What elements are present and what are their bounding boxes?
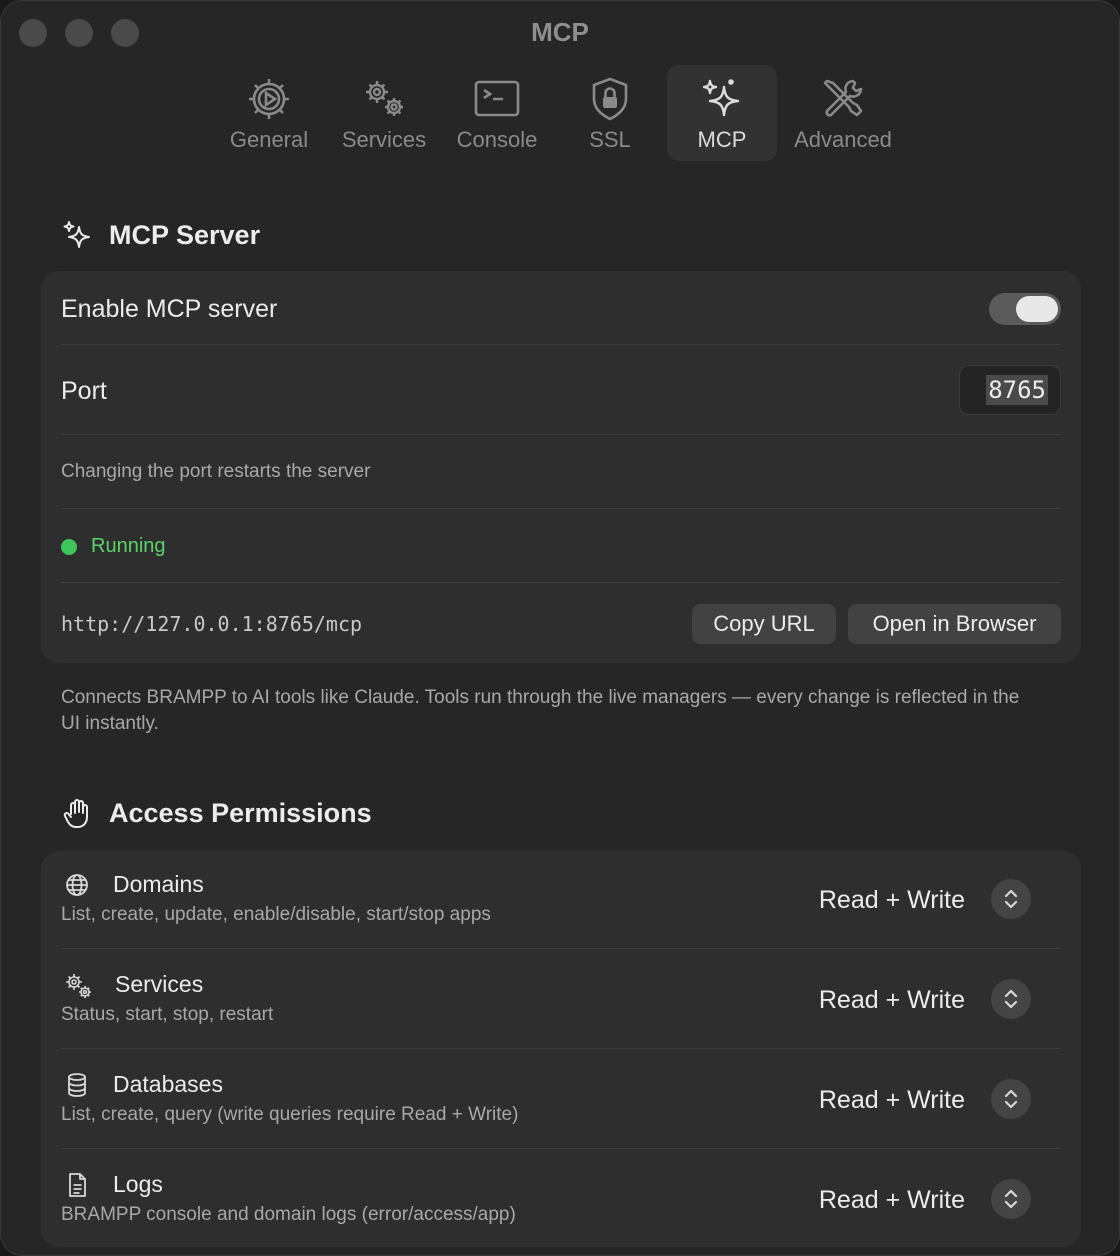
tab-general[interactable]: General <box>223 65 315 161</box>
shield-lock-icon <box>592 77 628 121</box>
gears-icon <box>366 81 403 116</box>
chevron-up-down-icon <box>1004 1189 1018 1209</box>
permission-value-databases[interactable]: Read + Write <box>819 1086 965 1115</box>
permission-title-logs: Logs <box>113 1171 163 1197</box>
divider <box>61 344 1061 345</box>
chevron-up-down-icon <box>1004 1089 1018 1109</box>
enable-server-label: Enable MCP server <box>61 295 278 323</box>
permission-title-databases: Databases <box>113 1071 223 1097</box>
divider <box>61 434 1061 435</box>
permission-select-logs[interactable] <box>991 1179 1031 1219</box>
divider <box>61 582 1061 583</box>
globe-icon <box>66 874 88 896</box>
permission-value-domains[interactable]: Read + Write <box>819 886 965 915</box>
tab-label: General <box>229 127 309 152</box>
sparkles-icon <box>63 221 90 248</box>
access-permissions-card: Domains List, create, update, enable/dis… <box>41 851 1081 1247</box>
preferences-toolbar: General Services Console SSL MCP Advance… <box>1 65 1119 161</box>
section-title: MCP Server <box>109 219 261 250</box>
copy-url-button[interactable]: Copy URL <box>692 604 836 644</box>
mcp-server-note: Connects BRAMPP to AI tools like Claude.… <box>61 687 1020 734</box>
divider <box>61 948 1061 949</box>
tab-label: SSL <box>589 127 631 152</box>
settings-window: MCP General Services Console SSL MCP Adv… <box>0 0 1120 1256</box>
chevron-up-down-icon <box>1004 889 1018 909</box>
open-in-browser-button[interactable]: Open in Browser <box>848 604 1061 644</box>
permission-description: List, create, update, enable/disable, st… <box>61 904 491 925</box>
gear-icon <box>249 79 289 119</box>
document-icon <box>69 1173 86 1197</box>
divider <box>61 1048 1061 1049</box>
tab-services[interactable]: Services <box>335 65 433 161</box>
enable-server-row: Enable MCP server <box>61 291 1061 331</box>
tab-label: Console <box>456 127 538 152</box>
port-value: 8765 <box>986 375 1048 405</box>
permission-value-logs[interactable]: Read + Write <box>819 1186 965 1215</box>
tab-console[interactable]: Console <box>451 65 543 161</box>
port-input[interactable]: 8765 <box>959 365 1061 415</box>
permission-description: Status, start, stop, restart <box>61 1004 274 1025</box>
enable-server-toggle[interactable] <box>989 293 1061 325</box>
permission-value-services[interactable]: Read + Write <box>819 986 965 1015</box>
database-icon <box>68 1073 86 1097</box>
server-url: http://127.0.0.1:8765/mcp <box>61 612 363 636</box>
terminal-icon <box>474 80 520 117</box>
sparkles-icon <box>702 79 740 117</box>
title-bar: MCP <box>1 1 1119 65</box>
permission-title-services: Services <box>115 971 204 997</box>
hand-icon <box>63 799 88 828</box>
permission-title-domains: Domains <box>113 871 204 897</box>
wrench-screwdriver-icon <box>823 79 863 117</box>
tab-label: Services <box>341 127 427 152</box>
mcp-server-card: Enable MCP server Port 8765 Changing the… <box>41 271 1081 663</box>
port-hint: Changing the port restarts the server <box>61 461 371 482</box>
tab-mcp[interactable]: MCP <box>667 65 777 161</box>
tab-advanced[interactable]: Advanced <box>789 65 897 161</box>
mcp-server-heading: MCP Server <box>61 219 260 251</box>
status-indicator <box>61 538 77 555</box>
status-text: Running <box>91 535 166 557</box>
tab-ssl[interactable]: SSL <box>565 65 655 161</box>
gears-icon <box>66 974 91 998</box>
access-permissions-heading: Access Permissions <box>61 797 372 829</box>
permission-description: BRAMPP console and domain logs (error/ac… <box>61 1204 516 1225</box>
divider <box>61 508 1061 509</box>
chevron-up-down-icon <box>1004 989 1018 1009</box>
port-label: Port <box>61 377 107 405</box>
section-title: Access Permissions <box>109 797 372 828</box>
permission-select-databases[interactable] <box>991 1079 1031 1119</box>
server-status: Running <box>61 535 166 558</box>
divider <box>61 1148 1061 1149</box>
permission-select-domains[interactable] <box>991 879 1031 919</box>
window-title: MCP <box>531 17 589 47</box>
tab-label: Advanced <box>794 127 892 152</box>
permission-select-services[interactable] <box>991 979 1031 1019</box>
permission-description: List, create, query (write queries requi… <box>61 1104 519 1125</box>
tab-label: MCP <box>697 127 747 152</box>
toggle-knob <box>1016 296 1058 322</box>
